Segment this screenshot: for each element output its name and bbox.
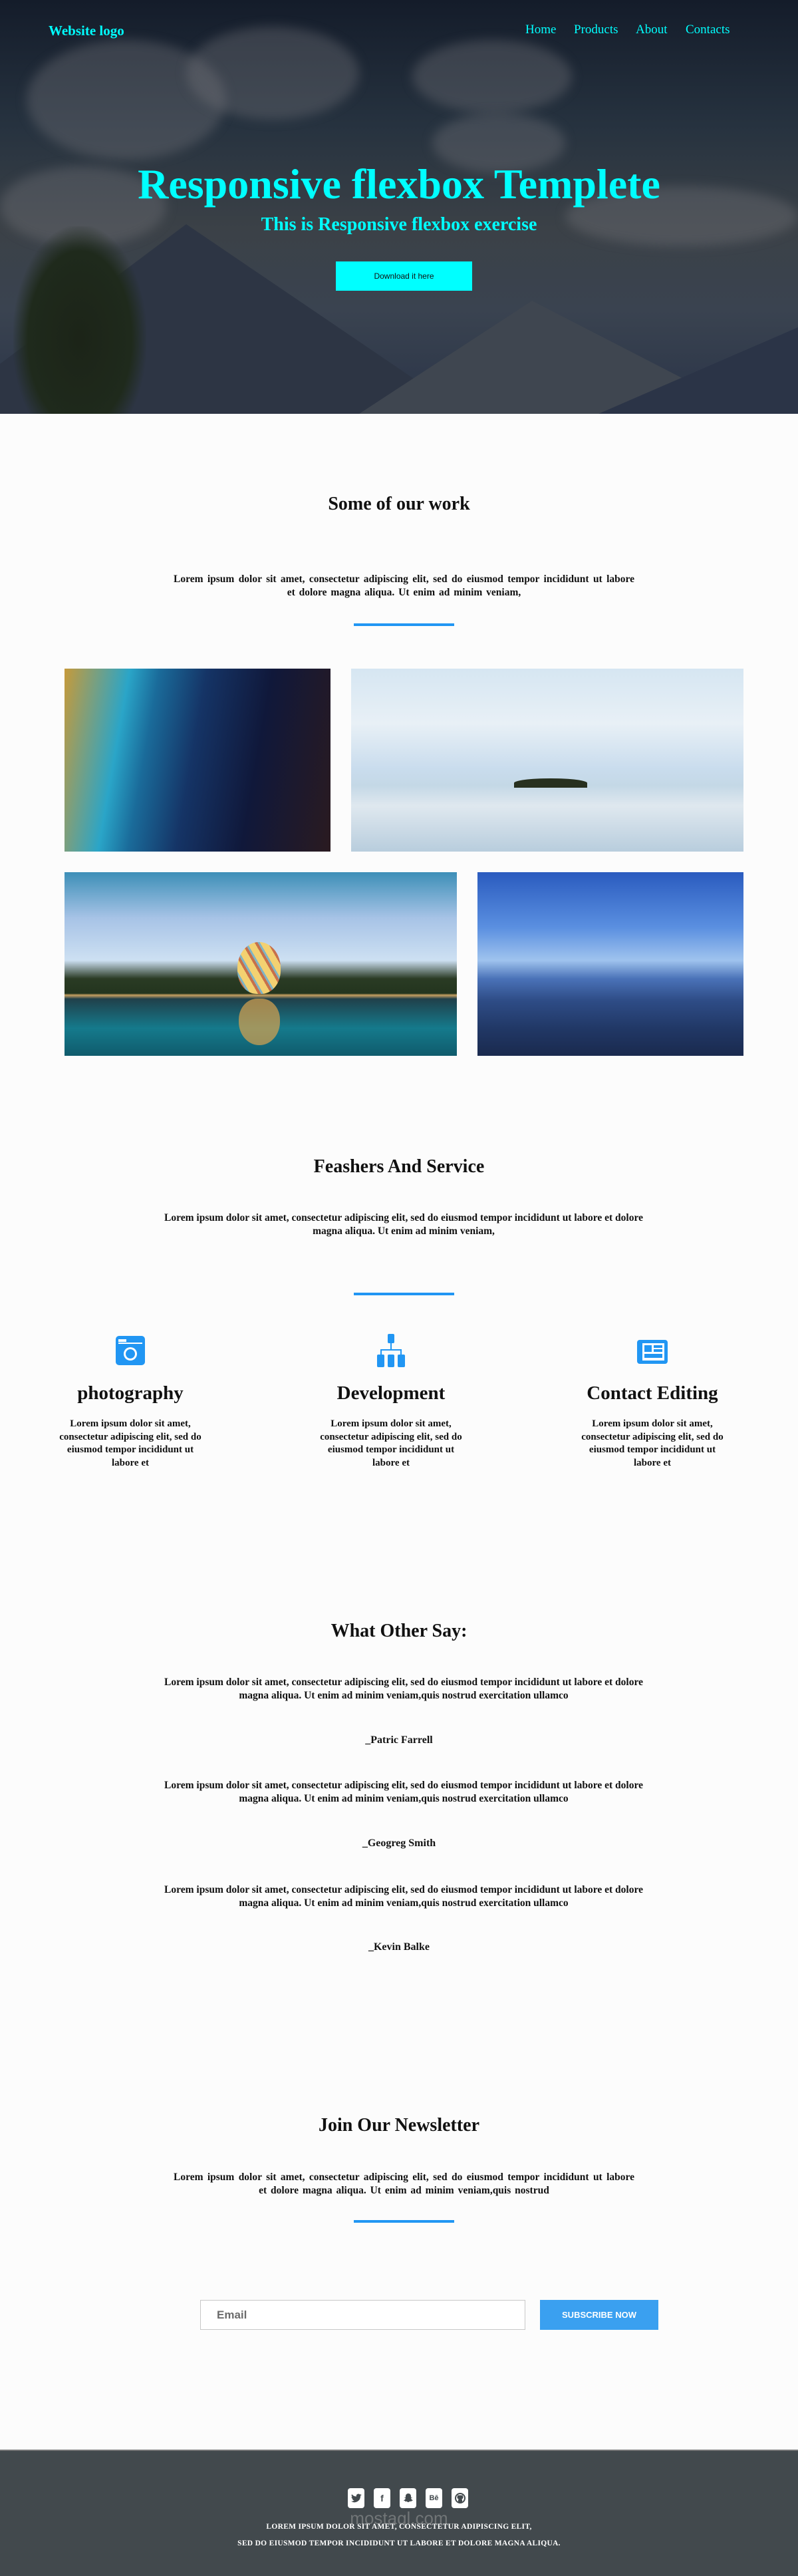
nav-contacts[interactable]: Contacts [686,23,730,37]
snapchat-icon[interactable] [400,2488,416,2508]
social-links: f Bē [348,2488,468,2508]
work-image-mountains[interactable] [477,872,743,1056]
github-icon[interactable] [452,2488,468,2508]
nav-products[interactable]: Products [574,23,618,37]
behance-icon[interactable]: Bē [426,2488,442,2508]
newsletter-divider [354,2220,454,2223]
newspaper-icon [637,1340,668,1364]
testimonial-text: Lorem ipsum dolor sit amet, consectetur … [164,1780,643,1804]
newsletter-text: Lorem ipsum dolor sit amet, consectetur … [174,2172,634,2196]
footer-text-line2: SED DO EIUSMOD TEMPOR INCIDIDUNT UT LABO… [237,2539,561,2547]
camera-icon [116,1336,145,1365]
services-title: Feashers And Service [313,1156,485,1177]
work-title: Some of our work [328,494,470,514]
services-text: Lorem ipsum dolor sit amet, consectetur … [164,1212,643,1237]
nav-home[interactable]: Home [525,23,556,37]
testimonial-text: Lorem ipsum dolor sit amet, consectetur … [164,1884,643,1909]
download-button[interactable]: Download it here [336,261,472,291]
service-photography: photography Lorem ipsum dolor sit amet, … [44,1334,217,1470]
services-divider [354,1293,454,1295]
footer-text-line1: LOREM IPSUM DOLOR SIT AMET, CONSECTETUR … [266,2523,532,2531]
work-image-balloon[interactable] [65,872,457,1056]
service-title: Development [336,1382,446,1404]
work-image-coast[interactable] [65,669,331,852]
service-title: Contact Editing [587,1382,718,1404]
facebook-icon[interactable]: f [374,2488,390,2508]
twitter-icon[interactable] [348,2488,364,2508]
testimonial-author: _Geogreg Smith [362,1838,436,1849]
testimonials-title: What Other Say: [331,1621,467,1641]
testimonial-text: Lorem ipsum dolor sit amet, consectetur … [164,1677,643,1701]
work-text: Lorem ipsum dolor sit amet, consectetur … [174,573,634,598]
service-text: Lorem ipsum dolor sit amet, consectetur … [581,1418,724,1468]
subscribe-button[interactable]: SUBSCRIBE NOW [540,2300,658,2330]
hero-title: Responsive flexbox Templete [138,160,660,208]
newsletter-title: Join Our Newsletter [318,2115,480,2136]
nav-about[interactable]: About [636,23,668,37]
website-logo[interactable]: Website logo [49,23,124,39]
service-title: photography [77,1382,184,1404]
service-text: Lorem ipsum dolor sit amet, consectetur … [59,1418,201,1468]
work-image-island[interactable] [351,669,743,852]
hero-subtitle: This is Responsive flexbox exercise [261,214,537,235]
service-text: Lorem ipsum dolor sit amet, consectetur … [320,1418,462,1468]
sitemap-icon [377,1334,405,1367]
service-contact-editing: Contact Editing Lorem ipsum dolor sit am… [566,1334,739,1470]
testimonial-author: _Patric Farrell [365,1734,433,1746]
work-divider [354,623,454,626]
service-development: Development Lorem ipsum dolor sit amet, … [305,1334,477,1470]
email-input[interactable] [200,2300,525,2330]
testimonial-author: _Kevin Balke [368,1941,430,1953]
